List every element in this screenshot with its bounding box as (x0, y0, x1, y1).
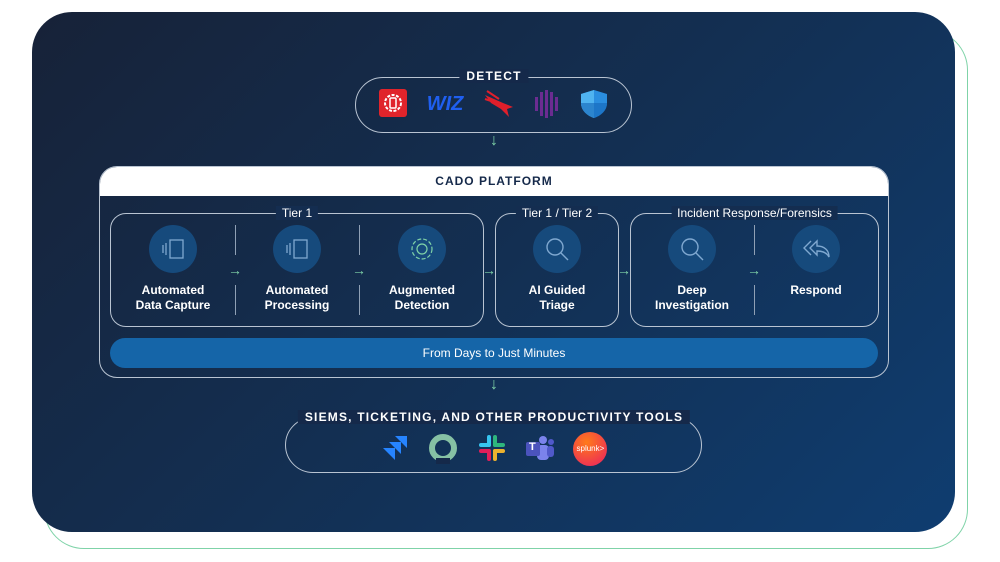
divider (359, 225, 360, 255)
wiz-logo: WIZ (426, 93, 464, 115)
step-label: Investigation (654, 298, 729, 312)
opsgenie-logo (428, 434, 458, 464)
arrow-right-icon: → (228, 262, 242, 278)
step-ai-guided-triage: AI Guided Triage (502, 225, 612, 313)
jira-logo (380, 434, 410, 464)
step-label: Automated (141, 283, 205, 297)
step-label: Deep (677, 283, 707, 297)
tagline-banner: From Days to Just Minutes (110, 338, 878, 368)
arrow-right-icon: → (747, 262, 761, 278)
step-label: Respond (790, 283, 842, 297)
teams-letter: T (528, 441, 536, 453)
gear-icon (411, 238, 433, 260)
slack-logo (477, 434, 507, 464)
step-label: Data Capture (135, 298, 211, 312)
search-icon (546, 238, 569, 261)
step-automated-data-capture: Automated Data Capture (118, 225, 228, 313)
arrow-right-icon: → (482, 262, 496, 278)
tier-label: Tier 1 (275, 206, 319, 220)
divider (359, 285, 360, 315)
step-label: Triage (539, 298, 575, 312)
tools-title: SIEMS, TICKETING, AND OTHER PRODUCTIVITY… (297, 410, 691, 424)
tier-label: Incident Response/Forensics (671, 206, 838, 220)
step-deep-investigation: Deep Investigation (637, 225, 747, 313)
step-label: Automated (265, 283, 329, 297)
crowdstrike-logo (483, 89, 513, 119)
step-automated-processing: Automated Processing (242, 225, 352, 313)
step-label: Detection (394, 298, 450, 312)
arrow-right-icon: → (352, 262, 366, 278)
reply-all-icon (803, 239, 830, 258)
cado-platform: CADO PLATFORM Tier 1 Tier 1 / Tier 2 Inc… (99, 166, 889, 378)
divider (754, 285, 755, 315)
detect-group: WIZ (355, 77, 632, 133)
data-capture-icon (162, 239, 184, 259)
microsoft-teams-logo: T (525, 434, 555, 464)
microsoft-defender-logo (579, 89, 609, 119)
arrow-right-icon: → (617, 262, 631, 278)
divider (754, 225, 755, 255)
splunk-logo: splunk> (573, 432, 608, 466)
search-icon (681, 238, 704, 261)
divider (235, 285, 236, 315)
step-respond: Respond (761, 225, 871, 298)
arrow-down-icon: ↓ (490, 132, 498, 149)
step-label: Processing (264, 298, 330, 312)
detect-title: DETECT (459, 69, 529, 83)
step-label: AI Guided (528, 283, 586, 297)
divider (235, 225, 236, 255)
tools-group: T splunk> (285, 417, 702, 473)
platform-title: CADO PLATFORM (100, 167, 888, 196)
tier-label: Tier 1 / Tier 2 (515, 206, 599, 220)
sentinelone-logo (531, 89, 561, 119)
arrow-down-icon: ↓ (490, 376, 498, 393)
processing-icon (286, 239, 308, 259)
step-label: Augmented (389, 283, 455, 297)
aws-security-hub-logo (378, 89, 408, 119)
step-augmented-detection: Augmented Detection (367, 225, 477, 313)
